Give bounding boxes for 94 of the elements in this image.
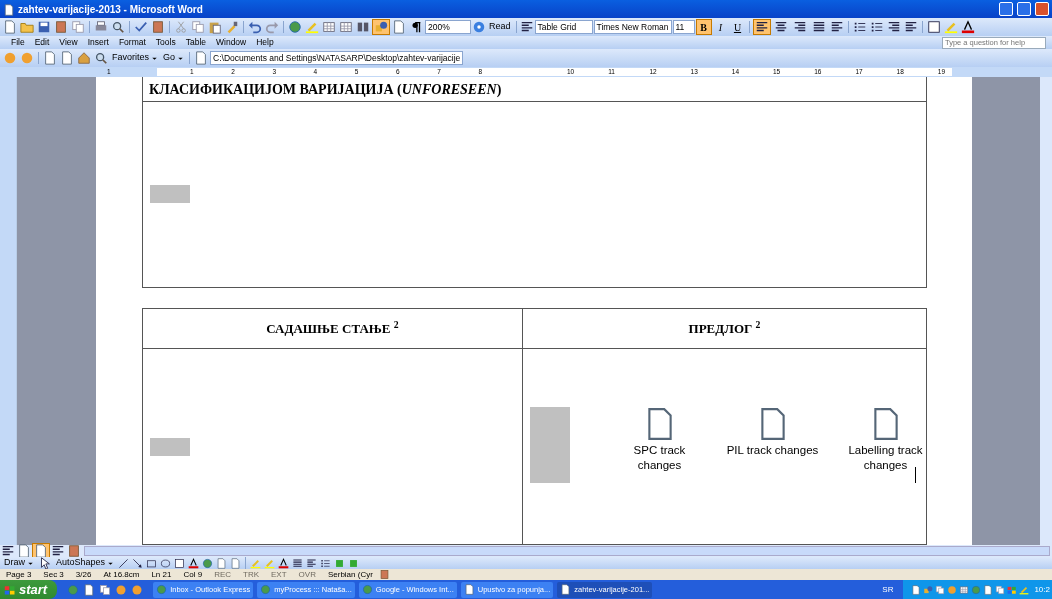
document-icon	[3, 3, 15, 16]
attachment-label[interactable]: SPC track changes	[612, 443, 707, 473]
menu-item[interactable]: Edit	[29, 36, 55, 49]
3d-icon[interactable]	[348, 557, 360, 569]
language-status[interactable]: Serbian (Cyr	[321, 568, 379, 581]
restore-button[interactable]	[1017, 2, 1031, 16]
redo-icon[interactable]	[265, 20, 279, 34]
rectangle-icon[interactable]	[146, 557, 158, 569]
horizontal-scrollbar[interactable]	[84, 546, 1050, 556]
text-box-icon[interactable]	[174, 557, 186, 569]
underline-button[interactable]: U	[729, 19, 746, 35]
status-text: Ln 21	[150, 568, 173, 581]
font-field[interactable]: Times New Roman	[593, 20, 672, 34]
minimize-button[interactable]	[999, 2, 1013, 16]
menu-item[interactable]: Window	[211, 36, 252, 49]
section-heading: КЛАСИФИКАЦИЈОМ ВАРИЈАЦИЈА (UNFORESEEN)	[143, 77, 926, 102]
font-color-icon[interactable]	[278, 557, 290, 569]
menu-item[interactable]: Tools	[150, 36, 181, 49]
close-button[interactable]	[1035, 2, 1049, 16]
zoom-field[interactable]: 200%	[425, 20, 471, 34]
styles-icon[interactable]	[519, 20, 534, 34]
menu-item[interactable]: Format	[113, 36, 151, 49]
status-text: Sec 3	[42, 568, 65, 581]
wordart-icon[interactable]	[188, 557, 200, 569]
column-header: САДАШЊЕ СТАЊЕ $^{2}$	[143, 309, 523, 349]
language-indicator[interactable]: SR	[882, 583, 894, 596]
increase-indent-icon[interactable]	[903, 20, 918, 34]
pointer-icon[interactable]	[38, 556, 52, 570]
print-icon[interactable]	[94, 20, 108, 34]
spreadsheet-icon[interactable]	[339, 20, 353, 34]
read-button[interactable]: Read	[487, 19, 513, 35]
arrow-style-icon[interactable]	[320, 557, 332, 569]
ellipse-icon[interactable]	[160, 557, 172, 569]
align-left-button[interactable]	[752, 19, 771, 35]
menu-item[interactable]: View	[54, 36, 83, 49]
undo-icon[interactable]	[248, 20, 262, 34]
print-preview-icon[interactable]	[111, 20, 125, 34]
new-document-icon[interactable]	[3, 20, 17, 34]
spelling-icon[interactable]	[134, 20, 148, 34]
autoshapes-menu-button[interactable]: AutoShapes	[54, 557, 117, 569]
window-title: zahtev-varijacije-2013 - Microsoft Word	[18, 2, 203, 17]
form-field[interactable]	[150, 185, 190, 203]
line-icon[interactable]	[118, 557, 130, 569]
line-color-icon[interactable]	[264, 557, 276, 569]
menu-item[interactable]: Table	[180, 36, 211, 49]
format-painter-icon[interactable]	[225, 20, 239, 34]
paste-icon[interactable]	[208, 20, 222, 34]
attachment-label[interactable]: PIL track changes	[726, 443, 819, 458]
text-cursor	[915, 467, 916, 483]
shadow-icon[interactable]	[334, 557, 346, 569]
status-text: 3/26	[74, 568, 93, 581]
address-field[interactable]: C:\Documents and Settings\NATASARP\Desktop\zahtev-varijacije	[210, 51, 464, 65]
status-text: At 16.8cm	[102, 568, 141, 581]
line-style-icon[interactable]	[292, 557, 304, 569]
outline-view-icon[interactable]	[51, 544, 65, 558]
normal-view-icon[interactable]	[1, 544, 15, 558]
status-text: Col 9	[182, 568, 204, 581]
search-icon[interactable]	[94, 51, 108, 65]
arrow-icon[interactable]	[132, 557, 144, 569]
font-color-icon[interactable]	[960, 20, 975, 34]
line-spacing-icon[interactable]	[829, 20, 844, 34]
favorites-button[interactable]: Favorites	[110, 50, 160, 66]
start-button[interactable]: start	[0, 580, 58, 599]
copy-icon[interactable]	[191, 20, 205, 34]
document-icon	[560, 584, 572, 595]
columns-icon[interactable]	[356, 20, 370, 34]
style-field[interactable]: Table Grid	[534, 20, 593, 34]
form-field[interactable]	[530, 407, 570, 483]
drawing-icon[interactable]	[372, 19, 390, 35]
column-header: ПРЕДЛОГ $^{2}$	[523, 309, 926, 349]
attachment-label[interactable]: Labelling track changes	[838, 443, 933, 473]
insert-table-icon[interactable]	[322, 20, 336, 34]
status-text: Page 3	[5, 568, 33, 581]
italic-button[interactable]: I	[712, 19, 729, 35]
menu-item[interactable]: File	[6, 36, 30, 49]
bold-button[interactable]: B	[695, 19, 712, 35]
save-icon[interactable]	[37, 20, 51, 34]
windows-flag-icon	[4, 583, 16, 596]
menu-item[interactable]: Insert	[82, 36, 114, 49]
dash-style-icon[interactable]	[306, 557, 318, 569]
decrease-indent-icon[interactable]	[886, 20, 901, 34]
border-icon[interactable]	[926, 20, 941, 34]
numbering-icon[interactable]	[852, 20, 867, 34]
form-field[interactable]	[150, 438, 190, 456]
bullets-icon[interactable]	[869, 20, 884, 34]
draw-menu-button[interactable]: Draw	[2, 557, 36, 569]
font-size-field[interactable]: 11	[672, 20, 695, 34]
go-button[interactable]: Go	[161, 50, 187, 66]
fill-color-icon[interactable]	[250, 557, 262, 569]
menu-item[interactable]: Help	[251, 36, 279, 49]
reading-view-icon[interactable]	[67, 544, 81, 558]
document-icon	[463, 584, 475, 595]
home-icon[interactable]	[77, 51, 91, 65]
clock: 10:2	[1034, 583, 1050, 596]
